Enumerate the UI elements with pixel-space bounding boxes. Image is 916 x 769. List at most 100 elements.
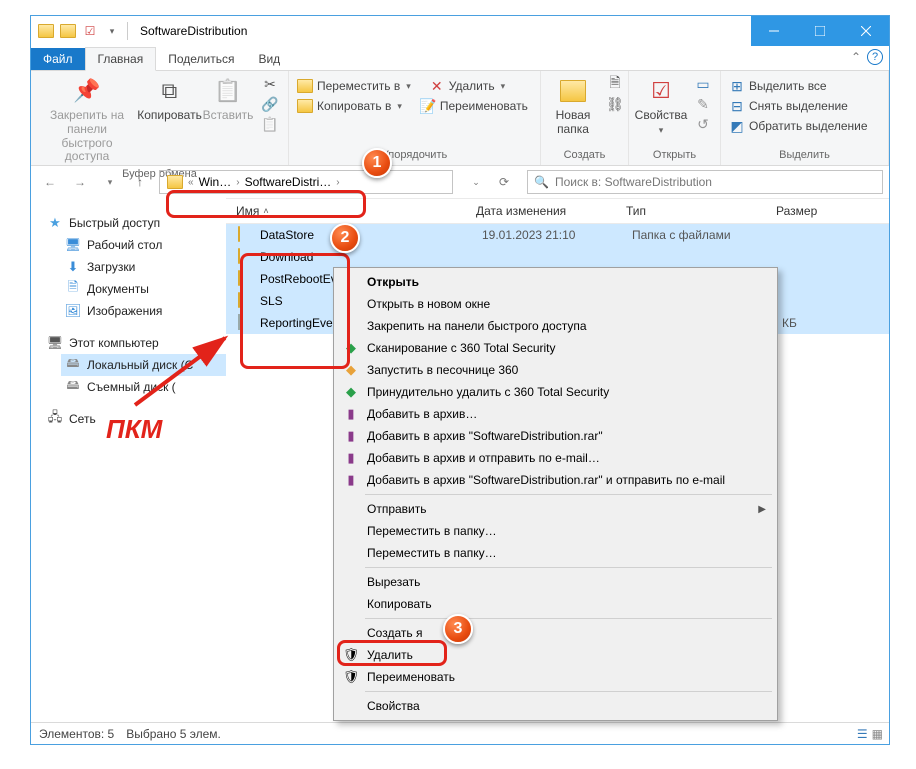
- ctx-winrar-add[interactable]: ▮Добавить в архив…: [337, 403, 774, 425]
- ctx-scan-360[interactable]: ◆Сканирование с 360 Total Security: [337, 337, 774, 359]
- paste-icon: 📋: [212, 75, 244, 107]
- file-row[interactable]: Download: [226, 246, 889, 268]
- ctx-open[interactable]: Открыть: [337, 271, 774, 293]
- tree-pictures[interactable]: 🖼Изображения: [61, 300, 226, 322]
- organize-group-label: Упорядочить: [293, 147, 536, 163]
- file-size: КБ: [782, 316, 797, 330]
- maximize-button[interactable]: [797, 16, 843, 46]
- easy-access-button[interactable]: ⛓: [603, 95, 627, 113]
- ctx-pin-quick-access[interactable]: Закрепить на панели быстрого доступа: [337, 315, 774, 337]
- paste-button[interactable]: 📋 Вставить: [200, 73, 256, 125]
- tree-documents[interactable]: 🗎Документы: [61, 278, 226, 300]
- delete-button[interactable]: ✕Удалить▾: [425, 77, 509, 95]
- ribbon-collapse-icon[interactable]: ⌃: [851, 50, 861, 64]
- properties-qat-icon[interactable]: ☑: [81, 22, 99, 40]
- cut-button[interactable]: ✂: [258, 75, 282, 93]
- pin-quick-access-button[interactable]: 📌 Закрепить на панели быстрого доступа: [35, 73, 139, 166]
- paste-shortcut-button[interactable]: 📋: [258, 115, 282, 133]
- pc-icon: 🖥: [47, 335, 63, 351]
- ctx-create-shortcut[interactable]: Создать я: [337, 622, 774, 644]
- tree-quick-access[interactable]: ★Быстрый доступ: [43, 212, 226, 234]
- breadcrumb-windows[interactable]: Win…: [196, 175, 235, 189]
- cut-icon: ✂: [262, 76, 278, 92]
- tree-network[interactable]: 🖧Сеть: [43, 408, 226, 430]
- column-date[interactable]: Дата изменения: [466, 204, 616, 218]
- address-dropdown-icon[interactable]: ⌄: [463, 169, 489, 195]
- view-large-icon[interactable]: ▦: [872, 727, 883, 741]
- view-details-icon[interactable]: ☰: [857, 727, 868, 741]
- new-folder-button[interactable]: Новая папка: [545, 73, 601, 139]
- ctx-winrar-named-email[interactable]: ▮Добавить в архив "SoftwareDistribution.…: [337, 469, 774, 491]
- up-button[interactable]: ↑: [127, 169, 153, 195]
- column-type[interactable]: Тип: [616, 204, 766, 218]
- title-bar: ☑ ▾ SoftwareDistribution: [31, 16, 889, 46]
- window-controls: [751, 16, 889, 46]
- tab-file[interactable]: Файл: [31, 48, 85, 70]
- refresh-button[interactable]: ⟳: [491, 169, 517, 195]
- ctx-cut[interactable]: Вырезать: [337, 571, 774, 593]
- history-button[interactable]: ↺: [691, 115, 715, 133]
- tab-view[interactable]: Вид: [246, 48, 292, 70]
- tree-this-pc[interactable]: 🖥Этот компьютер: [43, 332, 226, 354]
- breadcrumb-softwaredistribution[interactable]: SoftwareDistri…: [242, 175, 335, 189]
- ctx-copy[interactable]: Копировать: [337, 593, 774, 615]
- tree-downloads[interactable]: ⬇Загрузки: [61, 256, 226, 278]
- copy-path-button[interactable]: 🔗: [258, 95, 282, 113]
- select-none-button[interactable]: ⊟Снять выделение: [725, 97, 852, 115]
- open-button[interactable]: ▭: [691, 75, 715, 93]
- new-item-button[interactable]: 🗎: [603, 75, 627, 93]
- tab-share[interactable]: Поделиться: [156, 48, 246, 70]
- ctx-winrar-email[interactable]: ▮Добавить в архив и отправить по e-mail…: [337, 447, 774, 469]
- copy-label: Копировать: [137, 109, 202, 123]
- breadcrumb-prefix: «: [186, 177, 196, 188]
- search-input[interactable]: 🔍 Поиск в: SoftwareDistribution: [527, 170, 883, 194]
- ctx-copy-to-folder[interactable]: Переместить в папку…: [337, 542, 774, 564]
- column-name[interactable]: Имя˄: [226, 204, 466, 218]
- new-folder-icon: [557, 75, 589, 107]
- copy-icon: ⧉: [154, 75, 186, 107]
- winrar-icon: ▮: [343, 450, 359, 466]
- file-row[interactable]: DataStore19.01.2023 21:10Папка с файлами: [226, 224, 889, 246]
- qat-dropdown-icon[interactable]: ▾: [103, 22, 121, 40]
- force-delete-icon: ◆: [343, 384, 359, 400]
- properties-button[interactable]: ☑ Свойства ▾: [633, 73, 689, 137]
- documents-icon: 🗎: [65, 281, 81, 297]
- rename-button[interactable]: 📝Переименовать: [416, 97, 532, 115]
- recent-dropdown-icon[interactable]: ▾: [97, 169, 123, 195]
- select-all-button[interactable]: ⊞Выделить все: [725, 77, 831, 95]
- forward-button[interactable]: →: [67, 169, 93, 195]
- ctx-rename[interactable]: 🛡Переименовать: [337, 666, 774, 688]
- ribbon-group-select: ⊞Выделить все ⊟Снять выделение ◩Обратить…: [721, 71, 889, 165]
- folder-icon: [238, 271, 254, 287]
- chevron-down-icon: ▾: [659, 125, 664, 135]
- winrar-icon: ▮: [343, 428, 359, 444]
- minimize-button[interactable]: [751, 16, 797, 46]
- help-icon[interactable]: ?: [867, 49, 883, 65]
- ctx-send-to[interactable]: Отправить▶: [337, 498, 774, 520]
- ctx-properties[interactable]: Свойства: [337, 695, 774, 717]
- column-size[interactable]: Размер: [766, 204, 889, 218]
- navigation-pane[interactable]: ★Быстрый доступ 🖥Рабочий стол ⬇Загрузки …: [31, 198, 226, 722]
- invert-selection-button[interactable]: ◩Обратить выделение: [725, 117, 872, 135]
- close-button[interactable]: [843, 16, 889, 46]
- move-to-button[interactable]: Переместить в▾: [293, 77, 415, 95]
- copy-to-button[interactable]: Копировать в▾: [293, 97, 406, 115]
- back-button[interactable]: ←: [37, 169, 63, 195]
- tree-desktop[interactable]: 🖥Рабочий стол: [61, 234, 226, 256]
- ctx-open-new-window[interactable]: Открыть в новом окне: [337, 293, 774, 315]
- paste-label: Вставить: [203, 109, 254, 123]
- tree-local-disk[interactable]: 🖴Локальный диск (C: [61, 354, 226, 376]
- copy-button[interactable]: ⧉ Копировать: [139, 73, 200, 125]
- ctx-delete[interactable]: 🛡Удалить: [337, 644, 774, 666]
- edit-button[interactable]: ✎: [691, 95, 715, 113]
- ctx-force-delete-360[interactable]: ◆Принудительно удалить с 360 Total Secur…: [337, 381, 774, 403]
- ctx-sandbox-360[interactable]: ◆Запустить в песочнице 360: [337, 359, 774, 381]
- ctx-move-to-folder[interactable]: Переместить в папку…: [337, 520, 774, 542]
- chevron-right-icon[interactable]: ›: [334, 177, 341, 188]
- copy-to-icon: [297, 98, 313, 114]
- address-bar[interactable]: « Win… › SoftwareDistri… ›: [159, 170, 453, 194]
- chevron-right-icon[interactable]: ›: [234, 177, 241, 188]
- tree-removable-disk[interactable]: 🖴Съемный диск (: [61, 376, 226, 398]
- ctx-winrar-add-named[interactable]: ▮Добавить в архив "SoftwareDistribution.…: [337, 425, 774, 447]
- tab-home[interactable]: Главная: [85, 47, 157, 71]
